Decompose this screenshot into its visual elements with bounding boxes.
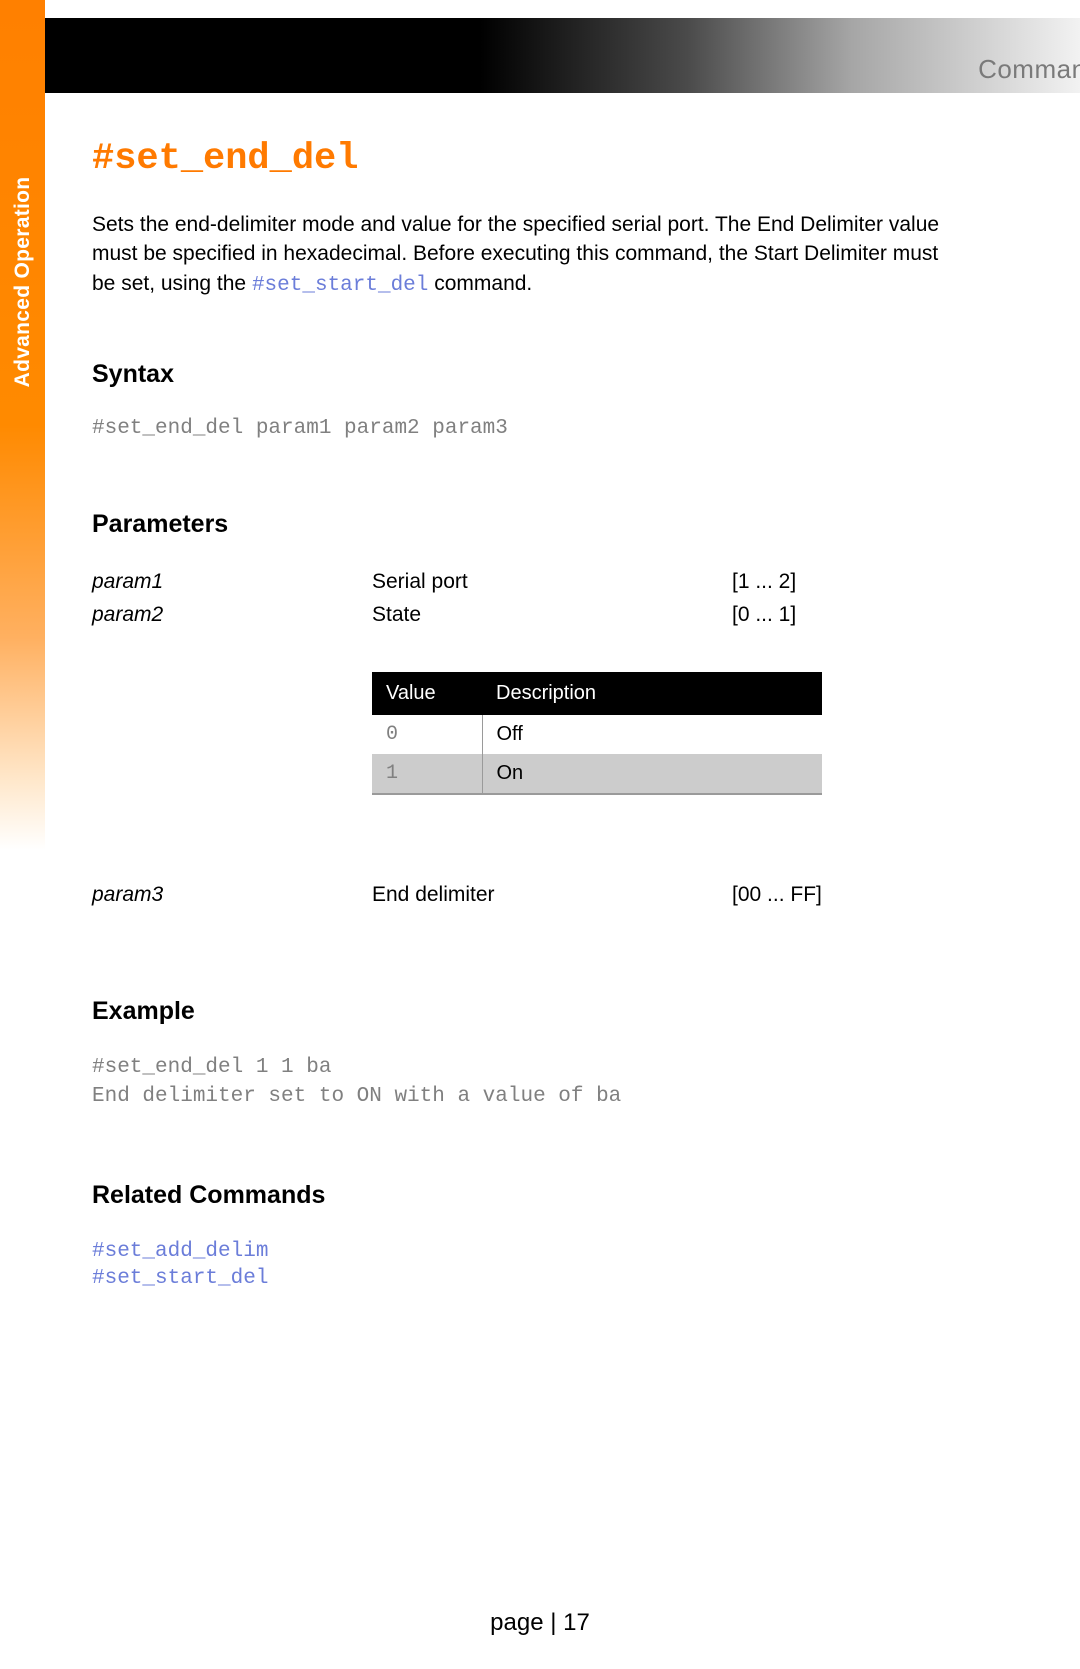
- related-commands-list: #set_add_delim #set_start_del: [92, 1238, 962, 1293]
- table-row: 1 On: [372, 754, 822, 794]
- param-range: [0 ... 1]: [732, 600, 962, 630]
- param-desc: End delimiter: [372, 880, 732, 910]
- param-desc: Serial port: [372, 567, 732, 597]
- table-header-row: Value Description: [372, 672, 822, 715]
- param-name: param3: [92, 880, 372, 910]
- header-bar: [45, 18, 1080, 93]
- param-range: [00 ... FF]: [732, 880, 962, 910]
- example-code: #set_end_del 1 1 ba End delimiter set to…: [92, 1054, 962, 1111]
- page: Advanced Operation Commands #set_end_del…: [0, 0, 1080, 1669]
- desc-inline-code: #set_start_del: [252, 274, 428, 297]
- param-range: [1 ... 2]: [732, 567, 962, 597]
- param-row: param2 State [0 ... 1]: [92, 600, 962, 630]
- parameters-heading: Parameters: [92, 510, 962, 539]
- command-title: #set_end_del: [92, 138, 962, 180]
- syntax-heading: Syntax: [92, 360, 962, 389]
- table-row: 0 Off: [372, 715, 822, 754]
- param-name: param1: [92, 567, 372, 597]
- th-value: Value: [372, 672, 482, 715]
- example-heading: Example: [92, 997, 962, 1026]
- th-description: Description: [482, 672, 822, 715]
- td-description: On: [482, 754, 822, 794]
- desc-text-post: command.: [428, 272, 532, 295]
- param-desc: State: [372, 600, 732, 630]
- related-command-link[interactable]: #set_start_del: [92, 1265, 962, 1292]
- related-command-link[interactable]: #set_add_delim: [92, 1238, 962, 1265]
- header-section-title: Commands: [978, 54, 1080, 85]
- td-value: 1: [372, 754, 482, 794]
- sidebar-label: Advanced Operation: [11, 177, 35, 388]
- related-commands-heading: Related Commands: [92, 1181, 962, 1210]
- sidebar-stripe: Advanced Operation: [0, 0, 45, 850]
- value-description-table: Value Description 0 Off 1 On: [372, 672, 822, 795]
- content-area: #set_end_del Sets the end-delimiter mode…: [92, 138, 962, 1293]
- param-row: param3 End delimiter [00 ... FF]: [92, 880, 962, 910]
- td-value: 0: [372, 715, 482, 754]
- td-description: Off: [482, 715, 822, 754]
- syntax-code: #set_end_del param1 param2 param3: [92, 417, 962, 440]
- param-row: param1 Serial port [1 ... 2]: [92, 567, 962, 597]
- command-description: Sets the end-delimiter mode and value fo…: [92, 210, 962, 300]
- param-name: param2: [92, 600, 372, 630]
- page-footer: page | 17: [0, 1609, 1080, 1637]
